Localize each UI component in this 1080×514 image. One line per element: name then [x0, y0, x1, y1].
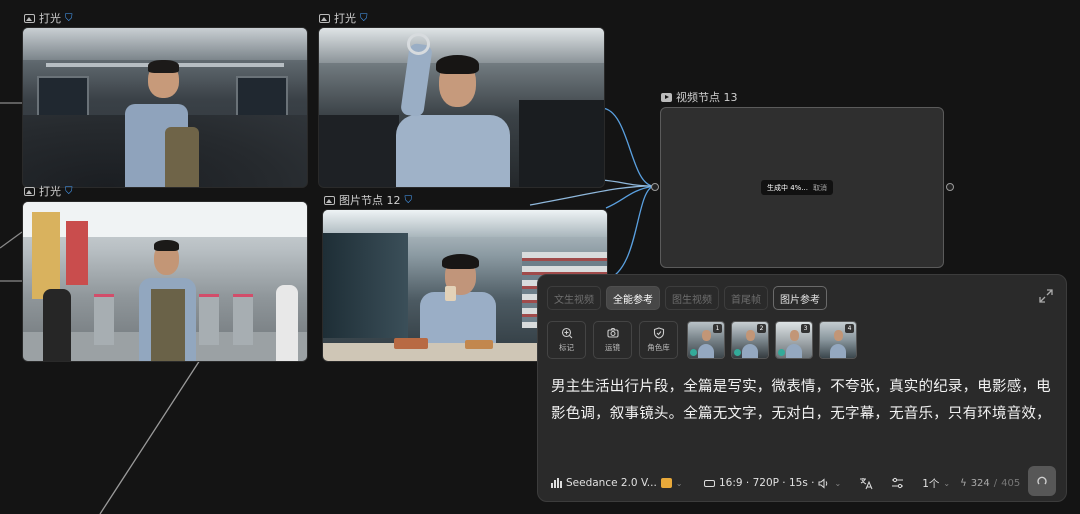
aspect-ratio-icon	[704, 479, 715, 487]
video-spec-selector[interactable]: 16:9 · 720P · 15s · ⌄	[704, 477, 841, 489]
image-icon	[319, 13, 330, 23]
ref-index: 3	[801, 324, 810, 333]
lightning-icon: ϟ	[960, 477, 967, 489]
verified-icon	[690, 349, 697, 356]
reference-thumb-3[interactable]: 3	[775, 321, 813, 359]
verified-shield-icon: ⛉	[65, 185, 73, 197]
shield-person-icon	[653, 327, 664, 339]
cancel-generation-button[interactable]: 取消	[813, 183, 827, 193]
character-library-button[interactable]: 角色库	[639, 321, 678, 359]
premium-badge-icon	[660, 478, 672, 488]
input-port[interactable]	[651, 183, 659, 191]
video-node-13[interactable]: 生成中 4%... 取消	[660, 107, 944, 268]
model-selector[interactable]: Seedance 2.0 V... ⌄	[551, 477, 696, 489]
translate-button[interactable]	[859, 477, 873, 490]
chevron-down-icon: ⌄	[834, 478, 842, 488]
expand-icon[interactable]	[1039, 289, 1053, 303]
credits-display: ϟ 324 / 405	[960, 478, 1020, 489]
image-node-title-3[interactable]: 打光 ⛉	[24, 183, 73, 199]
translate-icon	[860, 477, 873, 489]
image-icon	[24, 186, 35, 196]
ref-index: 4	[845, 324, 854, 333]
image-node-title-4[interactable]: 图片节点 12 ⛉	[324, 192, 412, 208]
node-title-text: 图片节点 12	[339, 194, 401, 207]
tab-text-to-video[interactable]: 文生视频	[547, 286, 601, 310]
tab-all-reference[interactable]: 全能参考	[606, 286, 660, 310]
tab-first-last-frame[interactable]: 首尾帧	[724, 286, 768, 310]
loading-spinner-icon	[1037, 476, 1047, 485]
image-node-1-photo[interactable]	[22, 27, 308, 188]
image-node-title-2[interactable]: 打光 ⛉	[319, 10, 368, 26]
image-node-3-photo[interactable]	[22, 201, 308, 362]
chevron-down-icon: ⌄	[675, 478, 683, 488]
prompt-input[interactable]: 男主生活出行片段，全篇是写实，微表情，不夸张，真实的纪录，电影感，电影色调，叙事…	[551, 374, 1053, 428]
video-icon	[661, 92, 672, 102]
panel-footer: Seedance 2.0 V... ⌄ 16:9 · 720P · 15s · …	[551, 466, 1056, 496]
generate-button[interactable]	[1028, 466, 1056, 496]
ref-index: 1	[713, 324, 722, 333]
tool-label: 角色库	[647, 343, 670, 352]
credits-used: 324	[970, 477, 990, 489]
settings-sliders-button[interactable]	[891, 477, 904, 489]
verified-icon	[734, 349, 741, 356]
reference-thumb-1[interactable]: 1	[687, 321, 725, 359]
chevron-down-icon: ⌄	[943, 478, 951, 488]
progress-text: 生成中 4%...	[767, 183, 809, 192]
mark-pin-icon	[561, 327, 572, 339]
verified-icon	[778, 349, 785, 356]
camera-icon	[606, 327, 619, 338]
output-port[interactable]	[946, 183, 954, 191]
video-spec-text: 16:9 · 720P · 15s ·	[719, 477, 815, 489]
video-node-title[interactable]: 视频节点 13	[661, 89, 738, 105]
reference-images: 1 2 3 4	[687, 321, 857, 359]
count-value: 1个	[922, 477, 940, 490]
tab-image-to-video[interactable]: 图生视频	[665, 286, 719, 310]
model-bars-icon	[551, 478, 562, 488]
reference-thumb-2[interactable]: 2	[731, 321, 769, 359]
generation-panel: 文生视频 全能参考 图生视频 首尾帧 图片参考 标记 运镜 角色库 1 2 3 …	[537, 274, 1067, 502]
verified-shield-icon: ⛉	[360, 12, 368, 24]
image-icon	[24, 13, 35, 23]
credits-total: 405	[1001, 477, 1021, 489]
mark-tool-button[interactable]: 标记	[547, 321, 586, 359]
generating-status: 生成中 4%... 取消	[761, 180, 834, 195]
node-title-text: 打光	[39, 12, 61, 25]
verified-shield-icon: ⛉	[65, 12, 73, 24]
mode-tabs: 文生视频 全能参考 图生视频 首尾帧 图片参考	[547, 286, 827, 310]
ref-index: 2	[757, 324, 766, 333]
speaker-icon	[818, 477, 828, 489]
count-selector[interactable]: 1个 ⌄	[922, 476, 950, 491]
node-title-text: 打光	[39, 185, 61, 198]
tool-label: 运镜	[605, 343, 620, 352]
image-node-title-1[interactable]: 打光 ⛉	[24, 10, 73, 26]
camera-move-tool-button[interactable]: 运镜	[593, 321, 632, 359]
model-name: Seedance 2.0 V...	[566, 477, 657, 489]
image-icon	[324, 195, 335, 205]
tab-image-reference[interactable]: 图片参考	[773, 286, 827, 310]
tool-label: 标记	[559, 343, 574, 352]
node-title-text: 视频节点 13	[676, 91, 738, 104]
tool-row: 标记 运镜 角色库 1 2 3 4	[547, 321, 857, 359]
verified-shield-icon: ⛉	[404, 194, 413, 206]
image-node-2-photo[interactable]	[318, 27, 605, 188]
node-title-text: 打光	[334, 12, 356, 25]
reference-thumb-4[interactable]: 4	[819, 321, 857, 359]
credits-separator: /	[993, 477, 998, 489]
sliders-icon	[892, 477, 904, 489]
